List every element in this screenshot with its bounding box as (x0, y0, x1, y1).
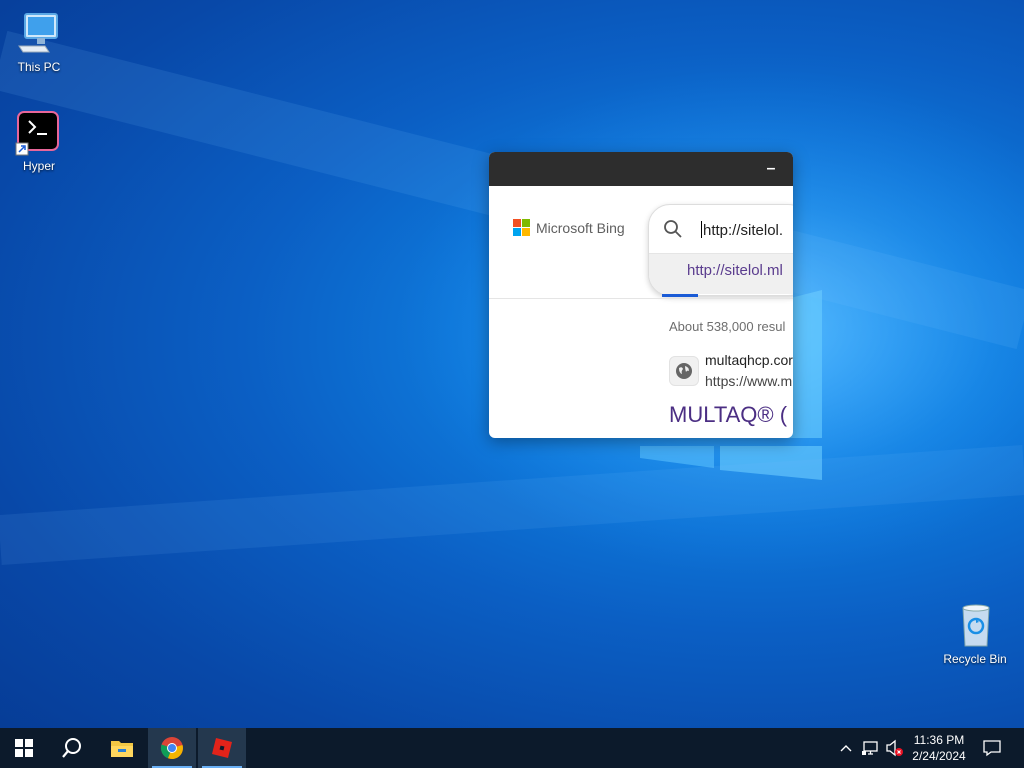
start-button[interactable] (0, 728, 48, 768)
taskbar-roblox[interactable] (198, 728, 246, 768)
roblox-icon (212, 738, 232, 758)
windows-icon (15, 739, 33, 757)
tray-chevron-up[interactable] (836, 728, 856, 768)
desktop-icon-hyper[interactable]: Hyper (3, 109, 75, 173)
suggestion-text: http://sitelol.ml (687, 262, 783, 279)
chevron-up-icon (840, 745, 852, 752)
network-icon (862, 741, 878, 755)
clock-date: 2/24/2024 (912, 749, 966, 763)
bing-popup-window: – Microsoft Bing http://sitelol. http://… (489, 152, 793, 438)
taskbar-clock[interactable]: 11:36 PM 2/24/2024 (900, 732, 978, 764)
search-icon (62, 738, 81, 758)
taskbar-search-button[interactable] (48, 728, 96, 768)
action-center-button[interactable] (978, 728, 1006, 768)
clock-time: 11:36 PM (913, 733, 965, 747)
autocomplete-suggestion[interactable]: http://sitelol.ml (649, 253, 793, 294)
active-tab-indicator (662, 294, 698, 297)
desktop-icon-label: Hyper (22, 159, 55, 173)
search-icon (664, 220, 682, 238)
chrome-icon (160, 737, 183, 760)
desktop-icon-label: Recycle Bin (943, 652, 1007, 666)
result-title-link[interactable]: MULTAQ® ( (669, 402, 787, 428)
computer-icon (15, 10, 63, 58)
desktop-icon-this-pc[interactable]: This PC (3, 10, 75, 74)
taskbar: 11:36 PM 2/24/2024 (0, 728, 1024, 768)
bing-logo-text: Microsoft Bing (536, 219, 625, 236)
result-site-url[interactable]: https://www.m (705, 373, 792, 389)
divider (489, 298, 793, 299)
results-count: About 538,000 resul (669, 319, 786, 334)
tray-network[interactable] (860, 728, 882, 768)
minimize-button[interactable]: – (761, 160, 781, 178)
terminal-icon (15, 109, 63, 157)
taskbar-file-explorer[interactable] (98, 728, 146, 768)
desktop-icon-label: This PC (17, 60, 61, 74)
taskbar-chrome[interactable] (148, 728, 196, 768)
folder-icon (111, 741, 133, 757)
notification-icon (983, 740, 1001, 757)
popup-titlebar[interactable]: – (489, 152, 793, 186)
result-site-name[interactable]: multaqhcp.cor (705, 352, 793, 368)
desktop-icon-recycle-bin[interactable]: Recycle Bin (939, 602, 1011, 666)
microsoft-logo-icon (513, 219, 530, 236)
recycle-bin-icon (951, 602, 999, 650)
bing-logo[interactable]: Microsoft Bing (513, 219, 625, 236)
search-input[interactable]: http://sitelol. (701, 221, 783, 239)
search-box[interactable]: http://sitelol. http://sitelol.ml (648, 204, 793, 296)
globe-icon (669, 356, 699, 386)
